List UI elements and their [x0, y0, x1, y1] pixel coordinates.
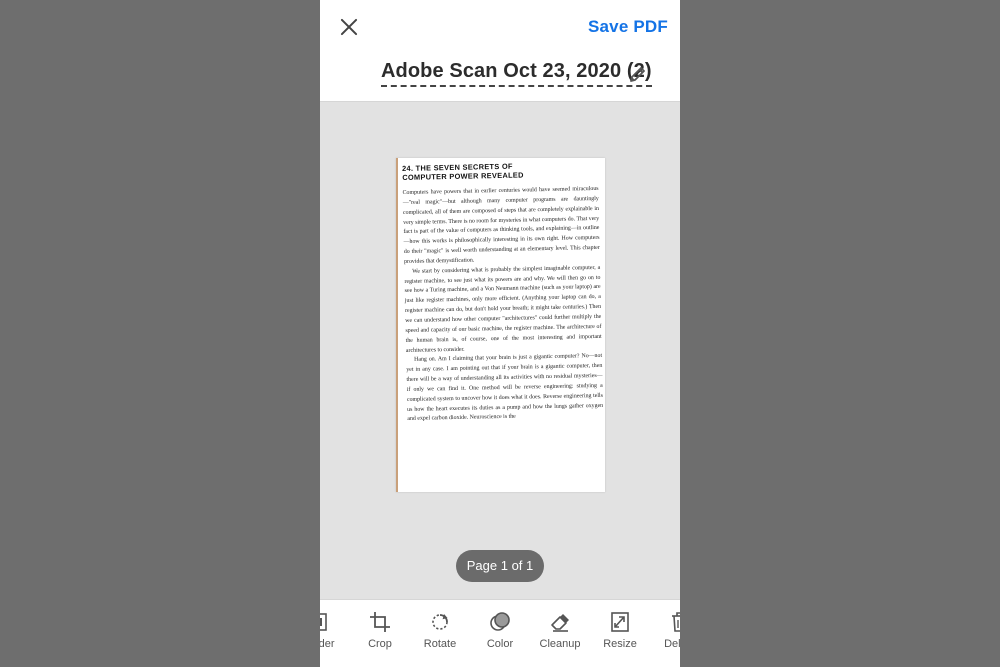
- document-title[interactable]: Adobe Scan Oct 23, 2020 (2): [381, 60, 652, 87]
- color-label: Color: [486, 638, 514, 650]
- pencil-icon[interactable]: [628, 64, 648, 84]
- page-heading: 24. THE SEVEN SECRETS OF COMPUTER POWER …: [402, 160, 598, 182]
- page-paragraph: Hang on. Am I claiming that your brain i…: [406, 353, 604, 423]
- page-paragraph: We start by considering what is probably…: [404, 264, 602, 354]
- resize-button[interactable]: Resize: [590, 600, 650, 667]
- cleanup-button[interactable]: Cleanup: [530, 600, 590, 667]
- crop-icon: [370, 612, 390, 632]
- scanned-page-thumbnail[interactable]: 24. THE SEVEN SECRETS OF COMPUTER POWER …: [396, 158, 605, 492]
- resize-icon: [611, 612, 629, 632]
- bottom-toolbar: Border Crop Rotate Color: [320, 599, 680, 667]
- border-label: Border: [320, 638, 335, 650]
- save-pdf-button[interactable]: Save PDF: [588, 17, 668, 37]
- scan-app-screen: Save PDF Adobe Scan Oct 23, 2020 (2) 24.…: [320, 0, 680, 667]
- crop-button[interactable]: Crop: [350, 600, 410, 667]
- cleanup-label: Cleanup: [539, 638, 581, 650]
- close-icon[interactable]: [338, 16, 360, 38]
- trash-icon: [672, 612, 680, 632]
- page-paragraph: Computers have powers that in earlier ce…: [402, 185, 600, 265]
- scanned-page-content: 24. THE SEVEN SECRETS OF COMPUTER POWER …: [402, 160, 603, 425]
- delete-button[interactable]: Delete: [650, 600, 680, 667]
- top-bar: Save PDF Adobe Scan Oct 23, 2020 (2): [320, 0, 680, 102]
- border-button[interactable]: Border: [320, 600, 348, 667]
- rotate-button[interactable]: Rotate: [410, 600, 470, 667]
- rotate-icon: [432, 614, 448, 630]
- crop-label: Crop: [368, 638, 392, 650]
- page-indicator: Page 1 of 1: [456, 550, 544, 582]
- rotate-label: Rotate: [423, 638, 457, 650]
- resize-label: Resize: [603, 638, 637, 650]
- eraser-icon: [551, 614, 569, 632]
- color-icon: [490, 612, 510, 631]
- color-button[interactable]: Color: [470, 600, 530, 667]
- delete-label: Delete: [664, 638, 680, 650]
- border-icon: [320, 613, 327, 631]
